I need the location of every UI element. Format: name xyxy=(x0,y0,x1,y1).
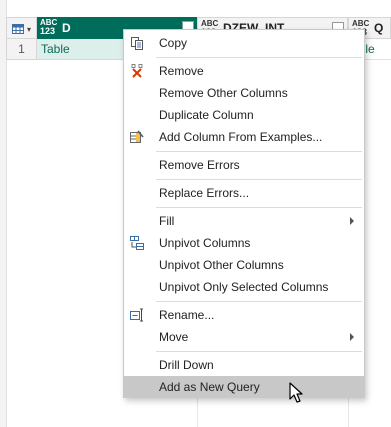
remove-icon xyxy=(131,64,143,78)
menu-separator xyxy=(156,351,362,352)
menu-item-label: Unpivot Other Columns xyxy=(159,258,284,272)
menu-item-label: Remove Other Columns xyxy=(159,86,288,100)
menu-item-remove[interactable]: Remove xyxy=(124,60,364,82)
rename-icon xyxy=(130,308,143,322)
column-context-menu: Copy Remove Remove Other Columns Duplica… xyxy=(123,29,365,398)
menu-item-fill[interactable]: Fill xyxy=(124,210,364,232)
menu-item-add-as-new-query[interactable]: Add as New Query xyxy=(124,376,364,398)
menu-item-add-column-from-examples[interactable]: Add Column From Examples... xyxy=(124,126,364,148)
menu-item-label: Add as New Query xyxy=(159,380,260,394)
menu-item-label: Replace Errors... xyxy=(159,186,250,200)
menu-separator xyxy=(156,207,362,208)
menu-item-drill-down[interactable]: Drill Down xyxy=(124,354,364,376)
column-type-bottom: 123 xyxy=(40,26,56,36)
menu-item-label: Move xyxy=(159,330,189,344)
menu-separator xyxy=(156,57,362,58)
menu-item-label: Fill xyxy=(159,214,175,228)
menu-separator xyxy=(156,179,362,180)
column-name: D xyxy=(62,21,71,35)
menu-item-unpivot-only-selected-columns[interactable]: Unpivot Only Selected Columns xyxy=(124,276,364,298)
menu-item-label: Remove Errors xyxy=(159,158,240,172)
menu-item-move[interactable]: Move xyxy=(124,326,364,348)
menu-item-label: Remove xyxy=(159,64,204,78)
menu-item-duplicate-column[interactable]: Duplicate Column xyxy=(124,104,364,126)
menu-item-label: Copy xyxy=(159,36,188,50)
menu-item-label: Unpivot Columns xyxy=(159,236,251,250)
submenu-arrow-icon xyxy=(350,333,354,341)
menu-separator xyxy=(156,151,362,152)
menu-item-remove-other-columns[interactable]: Remove Other Columns xyxy=(124,82,364,104)
menu-item-label: Drill Down xyxy=(159,358,214,372)
menu-item-unpivot-columns[interactable]: Unpivot Columns xyxy=(124,232,364,254)
menu-item-replace-errors[interactable]: Replace Errors... xyxy=(124,182,364,204)
menu-item-label: Add Column From Examples... xyxy=(159,130,323,144)
menu-item-label: Unpivot Only Selected Columns xyxy=(159,280,329,294)
menu-item-label: Rename... xyxy=(159,308,215,322)
left-panel-edge xyxy=(0,0,7,427)
row-number[interactable]: 1 xyxy=(6,39,37,60)
mouse-cursor-icon xyxy=(289,382,303,403)
column-name: Q xyxy=(374,21,384,35)
copy-icon xyxy=(131,37,143,50)
chevron-down-icon: ▾ xyxy=(27,25,32,34)
column-examples-icon xyxy=(130,130,144,143)
menu-item-rename[interactable]: Rename... xyxy=(124,304,364,326)
menu-item-label: Duplicate Column xyxy=(159,108,254,122)
table-icon xyxy=(12,24,24,34)
menu-item-copy[interactable]: Copy xyxy=(124,32,364,54)
unpivot-icon xyxy=(130,236,144,250)
menu-item-remove-errors[interactable]: Remove Errors xyxy=(124,154,364,176)
table-menu-button[interactable]: ▾ xyxy=(6,17,37,39)
menu-separator xyxy=(156,301,362,302)
menu-item-unpivot-other-columns[interactable]: Unpivot Other Columns xyxy=(124,254,364,276)
submenu-arrow-icon xyxy=(350,217,354,225)
